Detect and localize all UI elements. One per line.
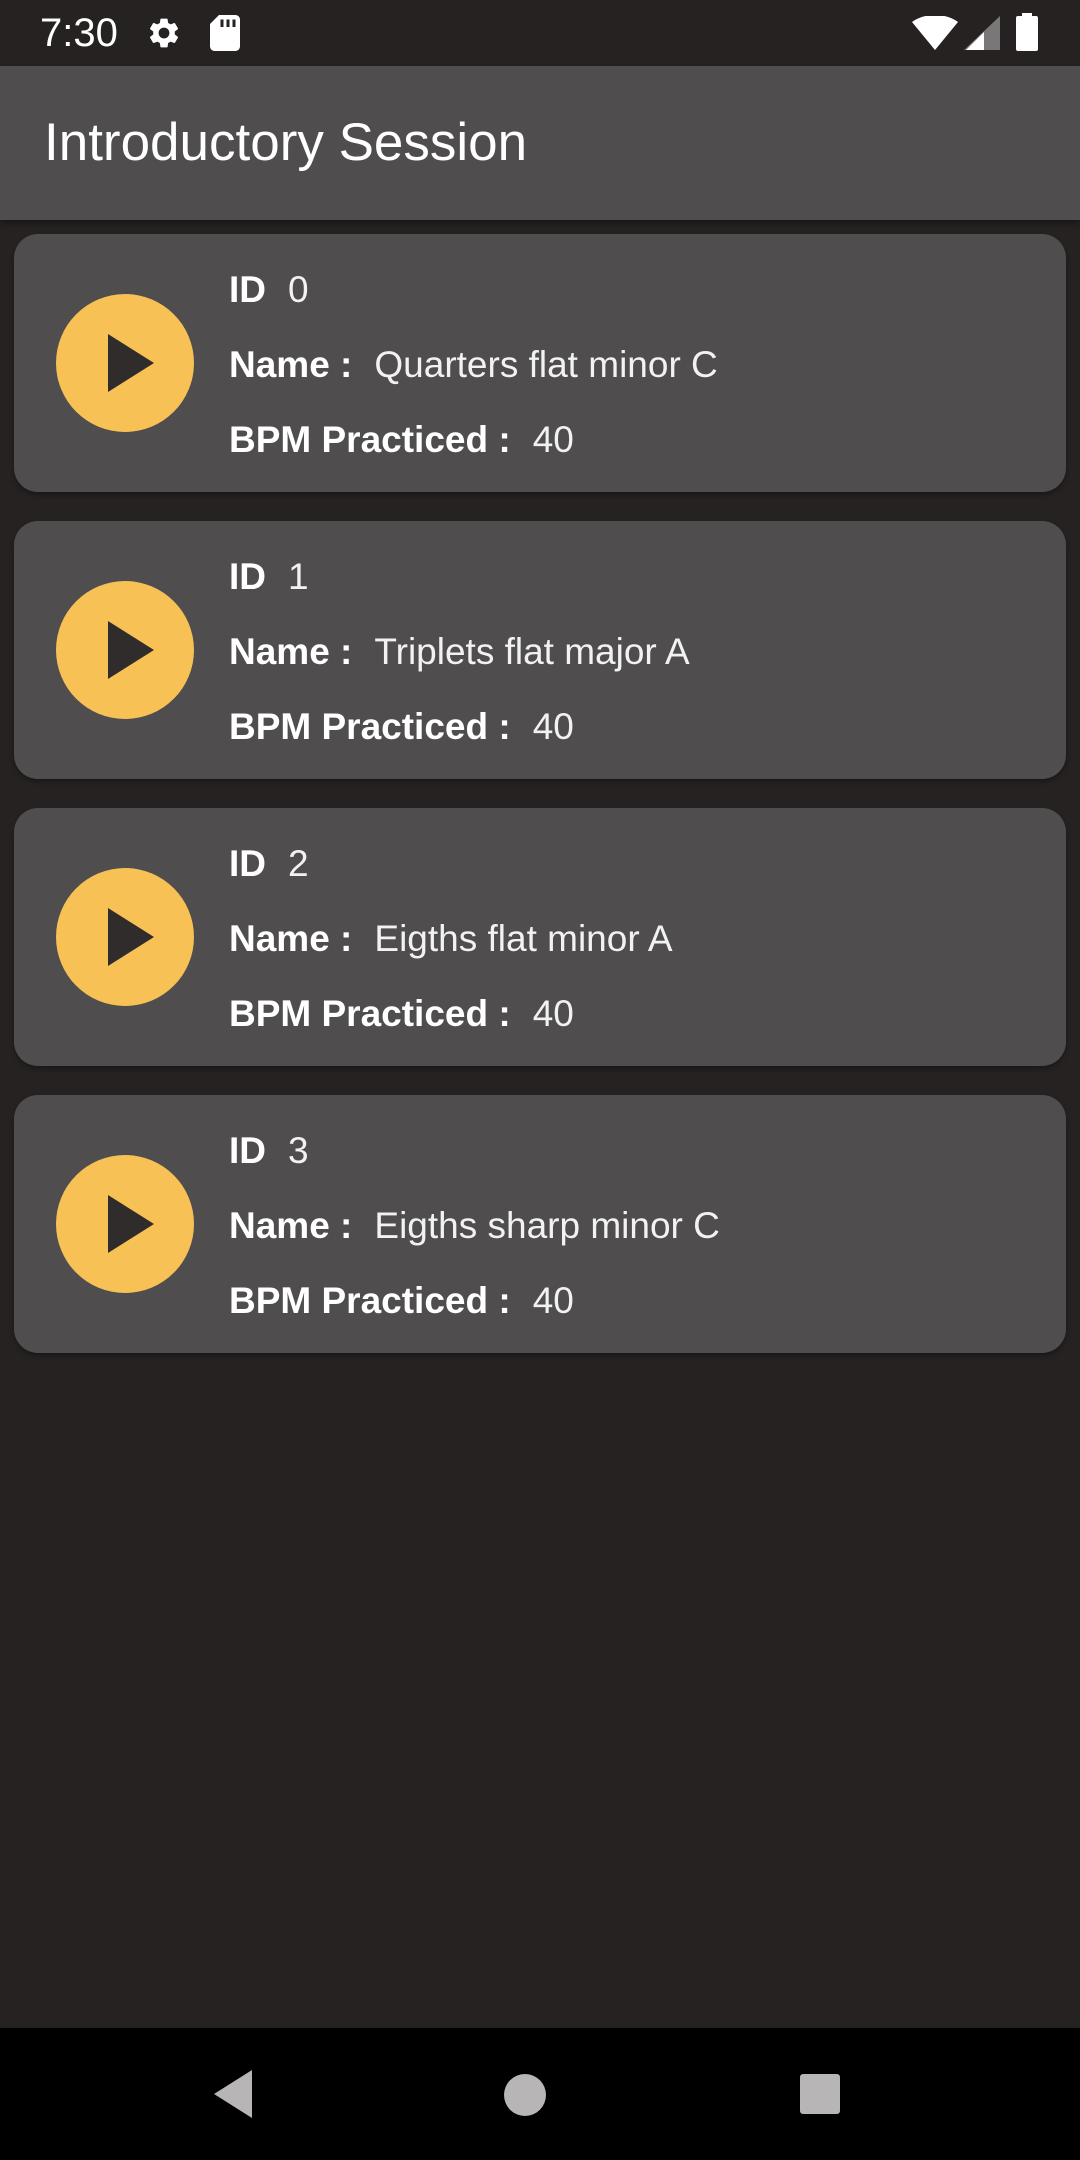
item-bpm-row: BPM Practiced : 40	[229, 703, 574, 751]
sd-card-icon	[210, 15, 240, 56]
item-name-row: Name : Quarters flat minor C	[229, 341, 718, 389]
name-label: Name :	[229, 631, 353, 672]
id-label: ID	[229, 1130, 266, 1171]
name-label: Name :	[229, 918, 353, 959]
page-title: Introductory Session	[44, 113, 528, 172]
play-button[interactable]	[56, 294, 194, 432]
list-item[interactable]: ID 2 Name : Eigths flat minor A BPM Practi…	[14, 808, 1066, 1066]
bpm-label: BPM Practiced :	[229, 1280, 511, 1321]
name-label: Name :	[229, 1205, 353, 1246]
id-label: ID	[229, 843, 266, 884]
signal-icon	[964, 16, 1000, 55]
bpm-label: BPM Practiced :	[229, 993, 511, 1034]
item-id-row: ID 3	[229, 1127, 309, 1175]
item-name-row: Name : Eigths flat minor A	[229, 915, 673, 963]
item-id-row: ID 2	[229, 840, 309, 888]
play-button[interactable]	[56, 868, 194, 1006]
item-name-row: Name : Triplets flat major A	[229, 628, 690, 676]
app-bar: Introductory Session	[0, 66, 1080, 220]
name-label: Name :	[229, 344, 353, 385]
bpm-value: 40	[532, 993, 574, 1034]
wifi-icon	[912, 15, 958, 55]
play-icon	[108, 621, 154, 679]
list-item[interactable]: ID 1 Name : Triplets flat major A BPM Prac…	[14, 521, 1066, 779]
play-icon	[108, 1195, 154, 1253]
item-bpm-row: BPM Practiced : 40	[229, 1277, 574, 1325]
item-id-row: ID 1	[229, 553, 309, 601]
item-bpm-row: BPM Practiced : 40	[229, 990, 574, 1038]
list-item[interactable]: ID 3 Name : Eigths sharp minor C BPM Pract…	[14, 1095, 1066, 1353]
name-value: Triplets flat major A	[374, 631, 690, 672]
status-time: 7:30	[40, 11, 118, 55]
id-label: ID	[229, 556, 266, 597]
navigation-bar	[0, 2028, 1080, 2160]
item-id-row: ID 0	[229, 266, 309, 314]
bpm-label: BPM Practiced :	[229, 706, 511, 747]
id-value: 3	[288, 1130, 309, 1171]
play-icon	[108, 334, 154, 392]
id-value: 0	[288, 269, 309, 310]
bpm-value: 40	[532, 1280, 574, 1321]
item-bpm-row: BPM Practiced : 40	[229, 416, 574, 464]
play-button[interactable]	[56, 581, 194, 719]
battery-icon	[1016, 13, 1038, 56]
id-value: 2	[288, 843, 309, 884]
name-value: Eigths flat minor A	[374, 918, 673, 959]
play-icon	[108, 908, 154, 966]
play-button[interactable]	[56, 1155, 194, 1293]
id-value: 1	[288, 556, 309, 597]
home-icon[interactable]	[500, 2070, 550, 2125]
name-value: Quarters flat minor C	[374, 344, 718, 385]
status-bar: 7:30	[0, 0, 1080, 66]
id-label: ID	[229, 269, 266, 310]
recents-icon[interactable]	[797, 2071, 843, 2122]
name-value: Eigths sharp minor C	[374, 1205, 720, 1246]
item-name-row: Name : Eigths sharp minor C	[229, 1202, 720, 1250]
bpm-value: 40	[532, 706, 574, 747]
exercise-list: ID 0 Name : Quarters flat minor C BPM Prac…	[14, 234, 1066, 1382]
gear-icon	[146, 15, 182, 56]
list-item[interactable]: ID 0 Name : Quarters flat minor C BPM Prac…	[14, 234, 1066, 492]
bpm-label: BPM Practiced :	[229, 419, 511, 460]
bpm-value: 40	[532, 419, 574, 460]
back-icon[interactable]	[210, 2068, 260, 2125]
